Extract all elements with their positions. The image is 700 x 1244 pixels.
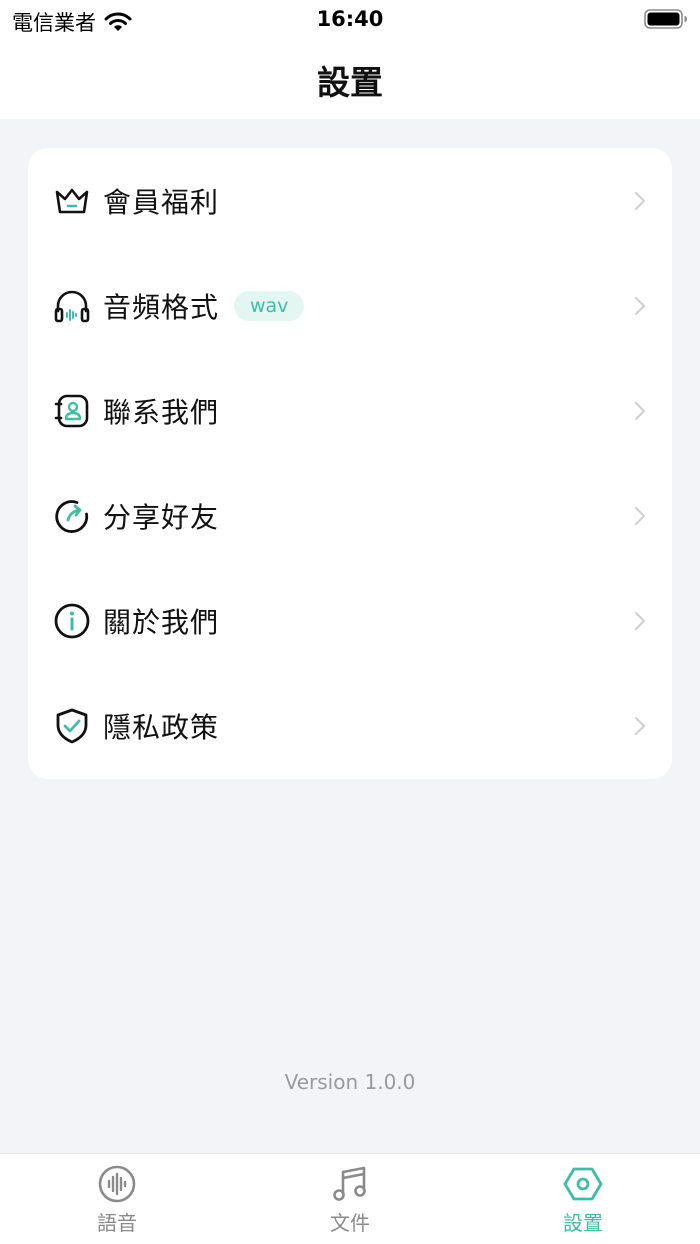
chevron-right-icon (635, 506, 645, 525)
audio-format-badge: wav (234, 290, 305, 321)
tab-bar: 語音 文件 設置 (0, 1153, 700, 1244)
contact-icon (54, 394, 89, 427)
settings-item-membership[interactable]: 會員福利 (28, 148, 672, 253)
chevron-right-icon (635, 401, 645, 420)
settings-item-about[interactable]: 關於我們 (28, 568, 672, 673)
battery-icon (644, 9, 687, 29)
settings-item-label: 關於我們 (103, 605, 220, 639)
settings-item-share[interactable]: 分享好友 (28, 463, 672, 568)
settings-item-label: 分享好友 (103, 500, 220, 534)
tab-settings[interactable]: 設置 (513, 1154, 653, 1244)
tab-label: 設置 (563, 1211, 603, 1235)
shield-check-icon (56, 708, 88, 743)
status-time: 16:40 (316, 7, 384, 31)
chevron-right-icon (635, 611, 645, 630)
headphones-icon (54, 290, 90, 322)
crown-icon (55, 188, 89, 213)
settings-list: 會員福利 音頻格式 wav 聯系我們 分享好友 關於我們 隱私政策 (28, 148, 672, 779)
top-bar: 電信業者 16:40 設置 (0, 0, 700, 119)
chevron-right-icon (635, 191, 645, 210)
tab-label: 語音 (97, 1211, 137, 1235)
share-icon (55, 499, 89, 533)
info-icon (54, 603, 90, 638)
settings-item-label: 聯系我們 (103, 395, 220, 429)
settings-item-label: 會員福利 (103, 185, 220, 219)
tab-files[interactable]: 文件 (280, 1154, 420, 1244)
settings-icon (563, 1167, 603, 1201)
settings-item-contact[interactable]: 聯系我們 (28, 358, 672, 463)
tab-label: 文件 (330, 1211, 370, 1235)
tab-voice[interactable]: 語音 (47, 1154, 187, 1244)
music-note-icon (333, 1166, 366, 1201)
voice-icon (98, 1165, 136, 1203)
settings-item-privacy[interactable]: 隱私政策 (28, 673, 672, 778)
app-version: Version 1.0.0 (284, 1070, 416, 1094)
settings-item-audio-format[interactable]: 音頻格式 wav (28, 253, 672, 358)
chevron-right-icon (635, 296, 645, 315)
chevron-right-icon (635, 716, 645, 735)
settings-item-label: 音頻格式 (103, 290, 220, 324)
page-title: 設置 (317, 63, 383, 102)
status-bar: 電信業者 16:40 (0, 0, 700, 40)
settings-item-label: 隱私政策 (103, 710, 220, 744)
